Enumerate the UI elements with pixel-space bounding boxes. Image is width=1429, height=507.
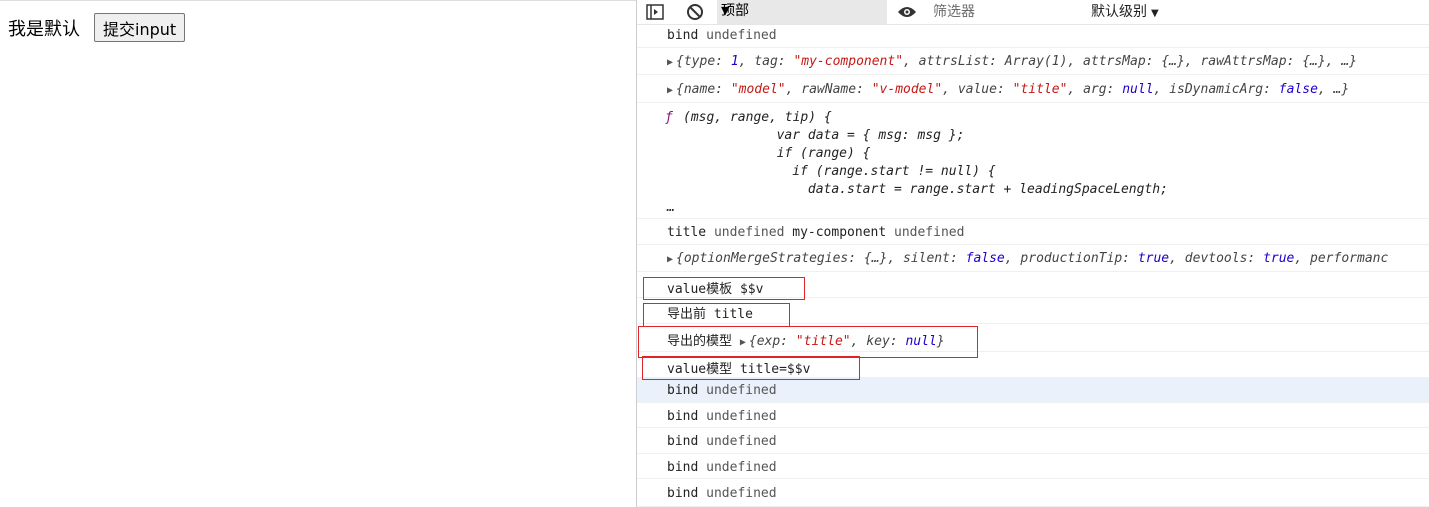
function-line: var data = { msg: msg }; [667,128,965,143]
annotation-box [643,277,805,300]
obj-text: , attrsList: Array(1), attrsMap: {…}, ra… [903,54,1357,69]
obj-text: , value: [942,82,1013,97]
console-row-selected: bind undefined [637,378,1429,403]
obj-keyword: true [1263,251,1295,266]
default-text: 我是默认 [8,19,80,40]
log-value: undefined [706,28,777,43]
log-value: undefined [706,383,777,398]
obj-string: "my-component" [793,54,904,69]
obj-string: "model" [730,82,786,97]
console-row: title undefined my-component undefined [637,219,1429,245]
filter-input[interactable]: 筛选器 [933,2,975,22]
expand-triangle-icon[interactable]: ▶ [667,254,673,265]
dropdown-arrow-icon: ▼ [721,4,730,17]
context-selector[interactable]: 顶部 ▼ [717,0,887,24]
obj-keyword: null [1122,82,1154,97]
obj-text: , performanc [1294,251,1389,266]
expand-triangle-icon[interactable]: ▶ [667,85,673,96]
console-row-object[interactable]: ▶ {optionMergeStrategies: {…}, silent: fa… [637,245,1429,272]
obj-keyword: false [965,251,1005,266]
expand-triangle-icon[interactable]: ▶ [667,57,673,68]
log-value: undefined [713,225,785,240]
obj-text: , productionTip: [1004,251,1138,266]
function-line: (msg, range, tip) { [683,110,832,125]
sidebar-toggle-icon[interactable] [645,2,665,22]
devtools-console-panel: 顶部 ▼ 筛选器 默认级别 ▼ bind undefined ▶ {type: 1,… [636,0,1429,507]
obj-keyword: true [1137,251,1170,266]
obj-text: {type: [676,54,731,69]
log-level-selector[interactable]: 默认级别 ▼ [1091,2,1159,24]
annotation-box [638,326,978,358]
function-line: if (range.start != null) { [667,164,996,179]
log-level-label: 默认级别 [1091,4,1147,20]
log-word: bind [667,486,699,501]
page-content: 我是默认 提交input [0,0,636,507]
function-line: if (range) { [667,146,871,161]
log-value: undefined [706,486,777,501]
console-row: bind undefined [637,403,1429,428]
log-value: undefined [706,434,777,449]
obj-text: {name: [676,82,731,97]
console-row-object[interactable]: ▶ {name: "model", rawName: "v-model", val… [637,75,1429,103]
obj-text: , isDynamicArg: [1153,82,1279,97]
annotation-box [643,303,790,327]
obj-number: 1 [730,54,739,69]
obj-string: "v-model" [871,82,943,97]
chevron-down-icon: ▼ [1151,8,1159,19]
log-word: my-component [792,225,887,240]
console-row: bind undefined [637,25,1429,48]
log-value: undefined [706,460,777,475]
log-word: bind [667,434,699,449]
obj-text: , rawName: [785,82,872,97]
annotation-box [642,356,860,380]
obj-keyword: false [1278,82,1318,97]
console-row: bind undefined [637,428,1429,454]
log-word: bind [667,28,699,43]
function-prefix: ƒ [665,110,673,125]
obj-text: {optionMergeStrategies: {…}, silent: [676,251,966,266]
obj-text: , arg: [1067,82,1123,97]
function-line: … [667,200,675,215]
eye-icon[interactable] [897,2,917,22]
submit-input-button[interactable]: 提交input [94,13,186,42]
obj-text: , devtools: [1169,251,1264,266]
log-word: title [667,225,707,240]
console-row-object[interactable]: ▶ {type: 1, tag: "my-component", attrsLis… [637,48,1429,75]
console-toolbar: 顶部 ▼ 筛选器 默认级别 ▼ [637,0,1429,25]
log-word: bind [667,409,699,424]
log-word: bind [667,460,699,475]
log-value: undefined [706,409,777,424]
clear-console-icon[interactable] [685,2,705,22]
console-row: bind undefined [637,479,1429,507]
obj-text: , tag: [738,54,794,69]
console-row: bind undefined [637,454,1429,479]
obj-text: , …} [1317,82,1350,97]
console-row-function: ƒ (msg, range, tip) { var data = { msg: … [637,103,1429,219]
function-line: data.start = range.start + leadingSpaceL… [667,182,1168,197]
log-word: bind [667,383,699,398]
obj-string: "title" [1012,82,1068,97]
log-value: undefined [894,225,965,240]
